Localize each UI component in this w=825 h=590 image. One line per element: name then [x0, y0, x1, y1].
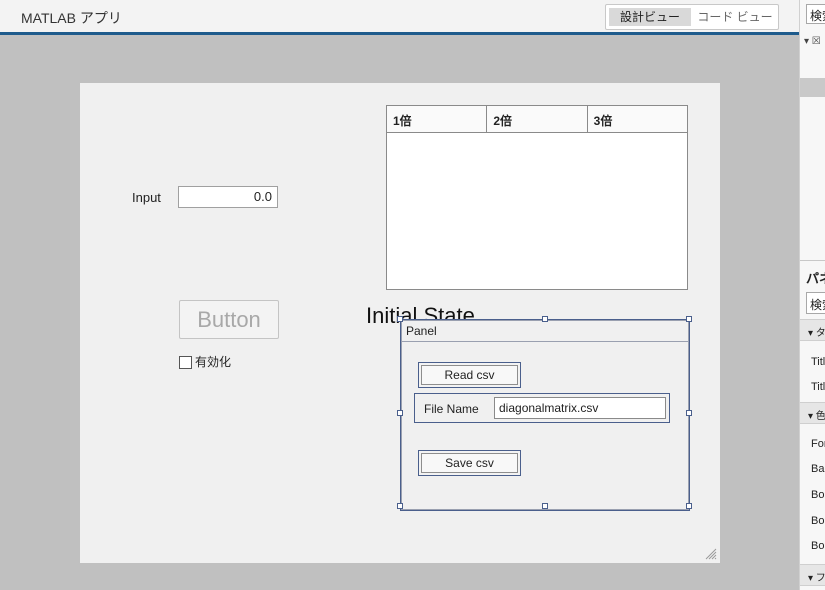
- ui-table[interactable]: 1倍 2倍 3倍: [386, 105, 688, 290]
- file-name-label: File Name: [424, 402, 479, 416]
- component-browser-pane: 検索 ▾ ☒ パネル 検索 ▾ タイトル Title TitlePosition…: [799, 0, 825, 590]
- pane-divider[interactable]: [800, 260, 825, 261]
- table-column-header[interactable]: 1倍: [387, 106, 488, 132]
- inspector-search-input[interactable]: 検索: [806, 292, 825, 314]
- tree-node[interactable]: ▾ ☒: [804, 36, 821, 47]
- code-view-tab[interactable]: コード ビュー: [694, 8, 776, 26]
- inspector-section-header[interactable]: ▾ 色とスタイル: [800, 402, 825, 424]
- input-label: Input: [132, 190, 161, 205]
- component-search-input[interactable]: 検索: [806, 4, 825, 24]
- numeric-edit-field[interactable]: 0.0: [178, 186, 278, 208]
- inspector-property[interactable]: Title: [811, 356, 825, 368]
- inspector-property[interactable]: ForegroundColor: [811, 438, 825, 450]
- enable-checkbox-row[interactable]: 有効化: [179, 353, 231, 370]
- inspector-property[interactable]: BorderColor: [811, 515, 825, 527]
- read-csv-button[interactable]: Read csv: [418, 362, 521, 388]
- inspector-heading: パネル: [806, 271, 825, 286]
- enable-checkbox[interactable]: [179, 356, 192, 370]
- table-column-header[interactable]: 3倍: [588, 106, 687, 132]
- inspector-property[interactable]: BorderType: [811, 489, 825, 501]
- resize-grip-icon[interactable]: [703, 546, 717, 560]
- tree-selected-row[interactable]: [800, 78, 825, 97]
- app-header: MATLAB アプリ 設計ビュー コード ビュー: [0, 0, 799, 35]
- view-toggle: 設計ビュー コード ビュー: [605, 4, 779, 30]
- inspector-property[interactable]: TitlePosition: [811, 381, 825, 393]
- read-csv-button-label: Read csv: [421, 365, 518, 385]
- inspector-section-header[interactable]: ▾ タイトル: [800, 319, 825, 341]
- save-csv-button[interactable]: Save csv: [418, 450, 521, 476]
- inspector-section-header[interactable]: ▾ フォント: [800, 564, 825, 586]
- ui-figure[interactable]: Input 0.0 1倍 2倍 3倍 Button 有効化 Initial St…: [80, 83, 720, 563]
- enable-checkbox-label: 有効化: [195, 355, 232, 369]
- app-title: MATLAB アプリ: [21, 10, 122, 26]
- save-csv-button-label: Save csv: [421, 453, 518, 473]
- file-name-field-group[interactable]: File Name diagonalmatrix.csv: [414, 393, 670, 423]
- table-header: 1倍 2倍 3倍: [387, 106, 687, 133]
- panel[interactable]: Panel Read csv File Name diagonalmatrix.…: [401, 320, 689, 510]
- design-view-tab[interactable]: 設計ビュー: [609, 8, 691, 26]
- panel-title: Panel: [402, 321, 688, 342]
- file-name-field[interactable]: diagonalmatrix.csv: [494, 397, 666, 419]
- table-column-header[interactable]: 2倍: [487, 106, 588, 132]
- inspector-property[interactable]: BackgroundColor: [811, 463, 825, 475]
- inspector-property[interactable]: BorderWidth: [811, 540, 825, 552]
- disabled-button[interactable]: Button: [179, 300, 279, 339]
